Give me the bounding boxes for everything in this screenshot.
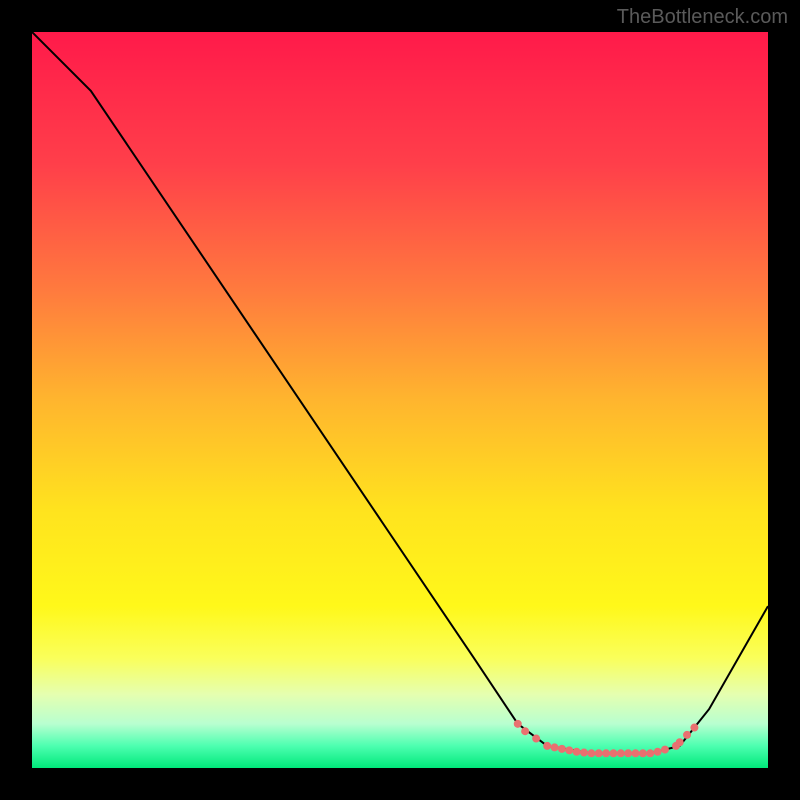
marker-point [690,724,698,732]
marker-point [558,745,566,753]
marker-point [602,749,610,757]
marker-point [683,731,691,739]
marker-point [639,749,647,757]
marker-point [514,720,522,728]
curve-overlay [32,32,768,768]
marker-point [661,746,669,754]
marker-point [646,749,654,757]
marker-point [565,746,573,754]
marker-point [551,743,559,751]
chart-container [32,32,768,768]
marker-point [587,749,595,757]
marker-point [676,738,684,746]
marker-point [609,749,617,757]
marker-point [654,748,662,756]
marker-point [543,742,551,750]
marker-group [514,720,699,757]
marker-point [521,727,529,735]
marker-point [632,749,640,757]
watermark-text: TheBottleneck.com [617,6,788,29]
marker-point [624,749,632,757]
marker-point [532,735,540,743]
marker-point [617,749,625,757]
marker-point [595,749,603,757]
marker-point [580,749,588,757]
bottleneck-curve [32,32,768,753]
marker-point [573,748,581,756]
